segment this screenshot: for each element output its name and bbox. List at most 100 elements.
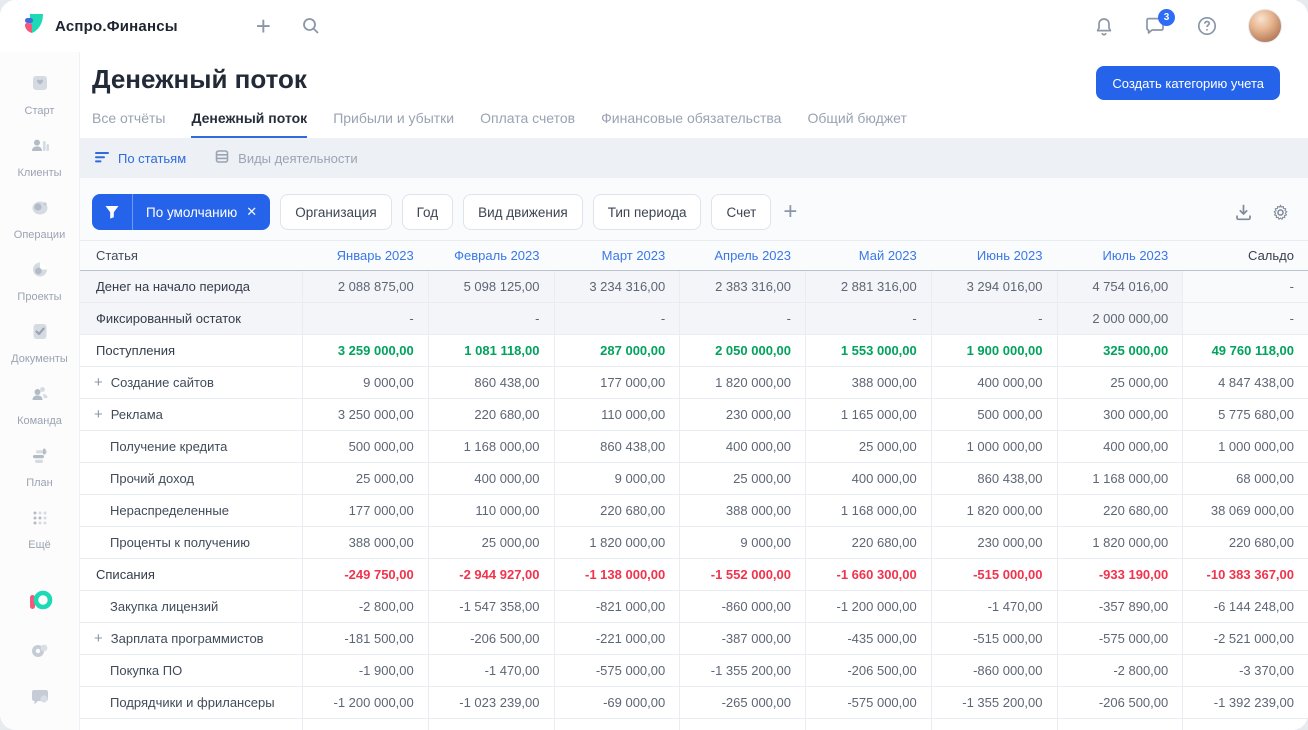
sidebar-item-team[interactable]: Команда	[4, 374, 76, 436]
row-label: Прочий доход	[110, 471, 194, 486]
tab-item[interactable]: Все отчёты	[92, 110, 165, 138]
expand-plus-icon[interactable]: +	[94, 375, 103, 390]
sidebar-item-operations[interactable]: Операции	[4, 188, 76, 250]
column-header-month[interactable]: Июнь 2023	[931, 241, 1057, 270]
value-cell: 1 000 000,00	[1182, 431, 1308, 462]
row-label-cell: Закупка лицензий	[80, 591, 302, 622]
sidebar-item-start[interactable]: Старт	[4, 64, 76, 126]
value-cell: 2 383 316,00	[679, 271, 805, 302]
value-cell: -206 500,00	[1056, 687, 1183, 718]
value-cell: -575 000,00	[805, 687, 931, 718]
table-row[interactable]: +Зарплата программистов-2 900,00-1 547 3…	[80, 719, 1308, 730]
table-scroll-area[interactable]: Статья Январь 2023 Февраль 2023 Март 2023 Ап…	[80, 240, 1308, 730]
tab-item[interactable]: Общий бюджет	[807, 110, 906, 138]
column-header-month[interactable]: Май 2023	[805, 241, 931, 270]
view-stack[interactable]: Виды деятельности	[214, 149, 358, 167]
view-label: По статьям	[118, 150, 187, 166]
value-cell: 1 168 000,00	[1056, 463, 1183, 494]
plan-icon	[28, 444, 52, 473]
table-row[interactable]: Нераспределенные 177 000,00 110 000,00 220 …	[80, 495, 1308, 527]
filter-chip[interactable]: Счет	[711, 194, 772, 230]
value-cell: 9 000,00	[553, 463, 680, 494]
create-category-button[interactable]: Создать категорию учета	[1096, 66, 1280, 100]
bell-icon[interactable]	[1094, 16, 1114, 37]
table-row[interactable]: Прочий доход 25 000,00 400 000,00 9 000,00 2…	[80, 463, 1308, 495]
tab-item[interactable]: Оплата счетов	[480, 110, 575, 138]
table-row[interactable]: + Реклама 3 250 000,00 220 680,00 110 000,00…	[80, 399, 1308, 431]
value-cell: -933 190,00	[1056, 559, 1183, 590]
default-filter-button[interactable]: По умолчанию ✕	[92, 194, 271, 230]
table-row[interactable]: + Зарплата программистов -181 500,00 -206 5…	[80, 623, 1308, 655]
sidebar-item-projects[interactable]: Проекты	[4, 250, 76, 312]
add-filter-button[interactable]: +	[783, 200, 797, 224]
table-row[interactable]: Поступления 3 259 000,00 1 081 118,00 287 0…	[80, 335, 1308, 367]
sidebar-item-more[interactable]: Ещё	[4, 498, 76, 560]
search-icon[interactable]	[301, 16, 321, 36]
table-row[interactable]: Списания -249 750,00 -2 944 927,00 -1 138 0…	[80, 559, 1308, 591]
value-cell: 860 438,00	[553, 431, 680, 462]
value-cell: 3 250 000,00	[302, 399, 428, 430]
download-icon[interactable]	[1234, 203, 1253, 222]
expand-plus-icon[interactable]: +	[94, 631, 103, 646]
sidebar-item-plan[interactable]: План	[4, 436, 76, 498]
table-row[interactable]: Подрядчики и фрилансеры -1 200 000,00 -1 0…	[80, 687, 1308, 719]
value-cell: -249 750,00	[302, 559, 428, 590]
column-header-month[interactable]: Март 2023	[554, 241, 680, 270]
chat-icon[interactable]: 3	[1144, 9, 1175, 36]
table-row[interactable]: Проценты к получению 388 000,00 25 000,00 1…	[80, 527, 1308, 559]
row-label: Создание сайтов	[110, 375, 214, 390]
value-cell: -1 900,00	[302, 655, 428, 686]
table-row[interactable]: Закупка лицензий -2 800,00 -1 547 358,00 -8…	[80, 591, 1308, 623]
table-row[interactable]: Получение кредита 500 000,00 1 168 000,00 8…	[80, 431, 1308, 463]
tab-item[interactable]: Финансовые обязательства	[601, 110, 781, 138]
sidebar-item-documents[interactable]: Документы	[4, 312, 76, 374]
expand-plus-icon[interactable]: +	[94, 407, 103, 422]
column-header-month[interactable]: Январь 2023	[302, 241, 428, 270]
column-header-saldo: Сальдо	[1248, 248, 1294, 263]
filter-chip[interactable]: Вид движения	[463, 194, 583, 230]
settings-icon[interactable]	[29, 640, 51, 662]
row-label-cell: +Зарплата программистов	[80, 719, 302, 730]
brand[interactable]: Аспро.Финансы	[0, 11, 178, 42]
value-cell: -1 138 000,00	[553, 559, 680, 590]
filter-clear-icon[interactable]: ✕	[246, 204, 257, 220]
sidebar-item-clients[interactable]: Клиенты	[4, 126, 76, 188]
column-header-month[interactable]: Июль 2023	[1057, 241, 1183, 270]
view-sort-lines[interactable]: По статьям	[94, 150, 186, 167]
sidebar-item-label: Клиенты	[17, 167, 62, 179]
table-row[interactable]: Денег на начало периода 2 088 875,00 5 098…	[80, 271, 1308, 303]
filter-chip[interactable]: Тип периода	[592, 194, 702, 230]
value-cell: -515 000,00	[930, 623, 1057, 654]
filter-bar: По умолчанию ✕ Организация Год Вид движени…	[92, 194, 1290, 230]
filter-chip[interactable]: Организация	[280, 194, 392, 230]
table-row[interactable]: Фиксированный остаток - - - - - -2 000 000,00-	[80, 303, 1308, 335]
tab-active[interactable]: Денежный поток	[191, 110, 308, 138]
row-label: Проценты к получению	[110, 535, 250, 550]
value-cell: -1 470,00	[930, 719, 1057, 730]
value-cell: -821 000,00	[553, 719, 680, 730]
value-cell: 25 000,00	[1056, 367, 1183, 398]
value-cell: 400 000,00	[679, 431, 805, 462]
table-row[interactable]: + Создание сайтов 9 000,00 860 438,00 177 00…	[80, 367, 1308, 399]
topbar-add-button[interactable]: +	[256, 13, 271, 39]
value-cell: -6 144 248,00	[1182, 719, 1308, 730]
sidebar-item-label: Старт	[24, 105, 55, 117]
user-avatar[interactable]	[1248, 9, 1282, 43]
value-cell: 49 760 118,00	[1182, 335, 1308, 366]
value-cell: 1 820 000,00	[930, 495, 1057, 526]
column-header-month[interactable]: Апрель 2023	[679, 241, 805, 270]
tab-item[interactable]: Прибыли и убытки	[333, 110, 454, 138]
value-cell: 388 000,00	[302, 527, 428, 558]
value-cell: 2 881 316,00	[805, 271, 931, 302]
row-label: Зарплата программистов	[110, 631, 264, 646]
brand-mark-icon[interactable]	[27, 590, 53, 614]
column-header-month[interactable]: Февраль 2023	[428, 241, 554, 270]
table-row[interactable]: Покупка ПО -1 900,00 -1 470,00 -575 000,00-…	[80, 655, 1308, 687]
feedback-icon[interactable]	[29, 688, 51, 708]
gear-icon[interactable]	[1271, 203, 1290, 222]
filter-chip[interactable]: Год	[401, 194, 454, 230]
value-cell: 1 820 000,00	[679, 367, 805, 398]
value-cell: 220 680,00	[1056, 495, 1183, 526]
help-icon[interactable]	[1196, 15, 1218, 37]
value-cell: 25 000,00	[427, 527, 554, 558]
